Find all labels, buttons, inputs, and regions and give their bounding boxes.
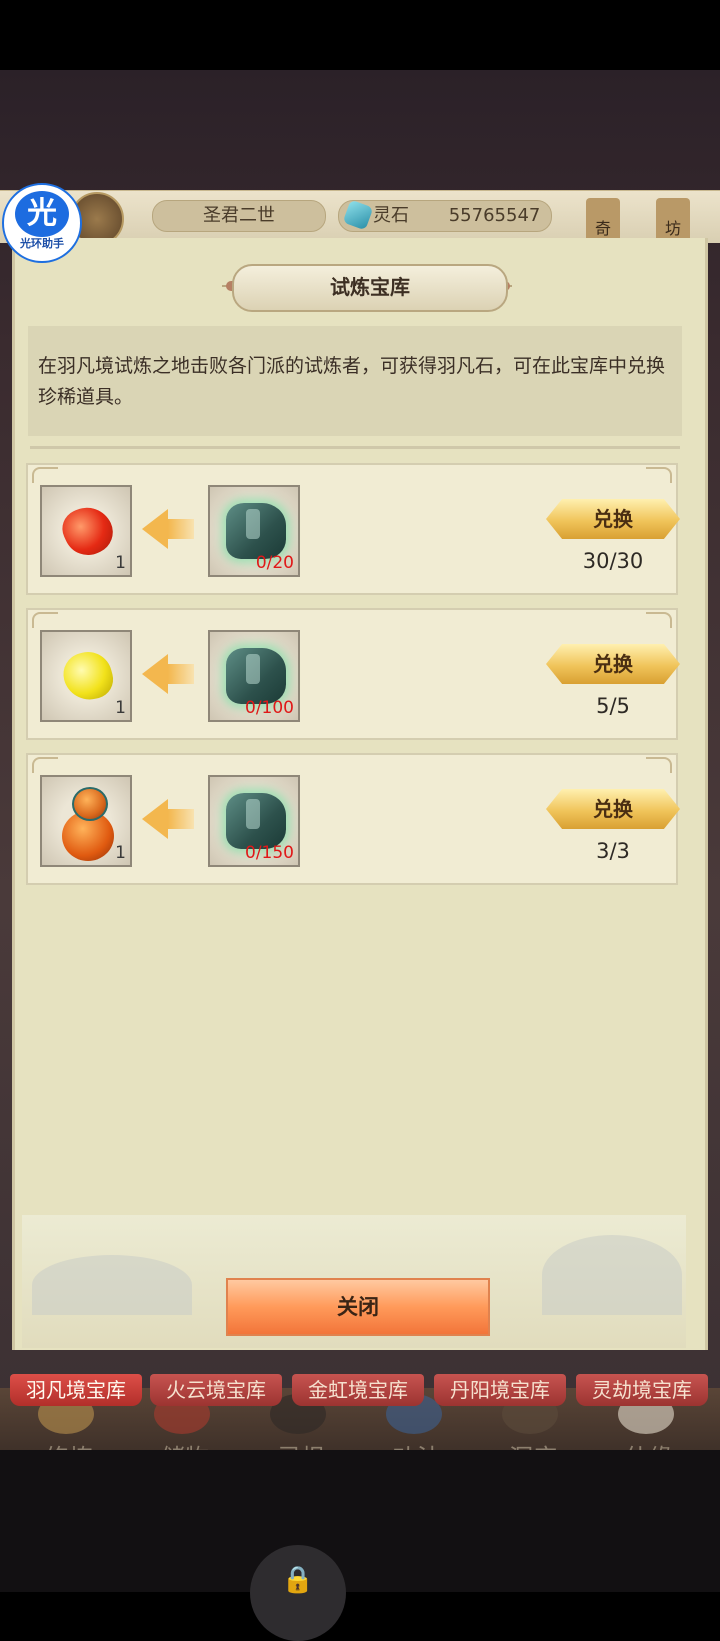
arrow-left-icon	[142, 509, 168, 549]
exchange-button[interactable]: 兑换	[546, 789, 680, 829]
reward-slot[interactable]: 1	[40, 630, 132, 722]
corner-ornament	[32, 757, 58, 773]
yufan-stone-icon	[226, 503, 286, 559]
helper-label: 光环助手	[20, 237, 64, 250]
currency-label: 灵石	[373, 205, 409, 226]
close-button[interactable]: 关闭	[226, 1278, 490, 1336]
remaining-count: 3/3	[596, 839, 630, 863]
lock-icon[interactable]: 🔒	[250, 1545, 346, 1641]
arrow-left-icon	[142, 654, 168, 694]
arrow-tail	[168, 519, 194, 539]
cost-slot[interactable]: 0/20	[208, 485, 300, 577]
mountain-decoration	[32, 1255, 192, 1315]
red-gem-icon	[56, 499, 120, 563]
remaining-count: 30/30	[582, 549, 644, 573]
tab-huoyun-vault[interactable]: 火云境宝库	[150, 1374, 282, 1406]
cost-count: 0/100	[245, 698, 294, 718]
divider	[30, 446, 680, 449]
exchange-row: 1 0/150 兑换 3/3	[26, 753, 680, 885]
side-tab-qi[interactable]: 奇	[586, 198, 620, 242]
reward-qty: 1	[115, 553, 126, 573]
panel-title: 试炼宝库	[232, 264, 508, 312]
status-bar	[0, 0, 720, 70]
yellow-gem-icon	[58, 646, 118, 706]
exchange-row: 1 0/20 兑换 30/30	[26, 463, 680, 595]
cost-slot[interactable]: 0/150	[208, 775, 300, 867]
yufan-stone-icon	[226, 648, 286, 704]
corner-ornament	[646, 467, 672, 483]
corner-ornament	[32, 612, 58, 628]
arrow-tail	[168, 664, 194, 684]
exchange-row: 1 0/100 兑换 5/5	[26, 608, 680, 740]
remaining-count: 5/5	[596, 694, 630, 718]
reward-qty: 1	[115, 843, 126, 863]
cost-count: 0/20	[255, 553, 294, 573]
panel-description: 在羽凡境试炼之地击败各门派的试炼者，可获得羽凡石，可在此宝库中兑换珍稀道具。	[28, 326, 682, 436]
corner-ornament	[646, 612, 672, 628]
cost-slot[interactable]: 0/100	[208, 630, 300, 722]
mountain-decoration	[542, 1235, 682, 1315]
corner-ornament	[646, 757, 672, 773]
helper-app-badge[interactable]: 光 光环助手	[2, 183, 82, 263]
helper-glyph: 光	[15, 191, 69, 237]
gourd-icon-top	[72, 787, 108, 821]
tab-jinhong-vault[interactable]: 金虹境宝库	[292, 1374, 424, 1406]
system-nav-area	[0, 1450, 720, 1592]
tab-danyang-vault[interactable]: 丹阳境宝库	[434, 1374, 566, 1406]
arrow-left-icon	[142, 799, 168, 839]
arrow-tail	[168, 809, 194, 829]
side-tab-fang[interactable]: 坊	[656, 198, 690, 242]
currency-value: 55765547	[448, 205, 541, 226]
tab-yufan-vault[interactable]: 羽凡境宝库	[10, 1374, 142, 1406]
tab-linjie-vault[interactable]: 灵劫境宝库	[576, 1374, 708, 1406]
reward-qty: 1	[115, 698, 126, 718]
yufan-stone-icon	[226, 793, 286, 849]
player-title: 圣君二世	[152, 200, 326, 232]
exchange-button[interactable]: 兑换	[546, 499, 680, 539]
exchange-button[interactable]: 兑换	[546, 644, 680, 684]
cost-count: 0/150	[245, 843, 294, 863]
reward-slot[interactable]: 1	[40, 775, 132, 867]
reward-slot[interactable]: 1	[40, 485, 132, 577]
corner-ornament	[32, 467, 58, 483]
